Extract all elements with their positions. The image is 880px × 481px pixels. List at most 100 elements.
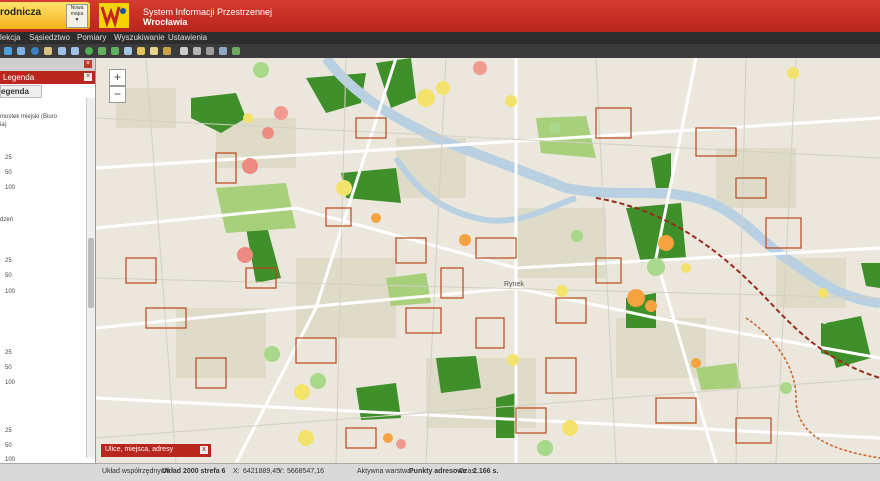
menu-measurements[interactable]: Pomiary <box>77 33 106 42</box>
poi-marker[interactable] <box>396 439 406 449</box>
close-icon[interactable]: × <box>84 60 92 68</box>
poi-marker[interactable] <box>310 373 326 389</box>
hand-pan-icon[interactable] <box>44 47 52 55</box>
legend-header: Legenda × <box>0 71 95 84</box>
coord-system-value: Układ 2000 strefa 6 <box>162 468 226 475</box>
poi-marker[interactable] <box>562 420 578 436</box>
system-subtitle: Wrocławia <box>143 17 188 27</box>
panel-scrollbar[interactable] <box>86 98 95 458</box>
district-selector-label: rodnicza <box>0 7 42 18</box>
poi-marker[interactable] <box>436 81 450 95</box>
legend-entry: 25 <box>5 350 12 356</box>
legend-entry: dzeń <box>0 217 14 223</box>
magnifier-minus-icon[interactable] <box>71 47 79 55</box>
legend-entry: 25 <box>5 428 12 434</box>
new-map-button[interactable]: Nowa mapa ▼ <box>66 4 88 28</box>
poi-marker[interactable] <box>507 354 519 366</box>
poi-marker[interactable] <box>294 384 310 400</box>
poi-marker[interactable] <box>645 300 657 312</box>
poi-marker[interactable] <box>473 61 487 75</box>
globe-icon[interactable] <box>31 47 39 55</box>
select-icon[interactable] <box>124 47 132 55</box>
poi-marker[interactable] <box>691 358 701 368</box>
poi-marker[interactable] <box>658 235 674 251</box>
magnifier-icon[interactable] <box>58 47 66 55</box>
poi-marker[interactable] <box>253 62 269 78</box>
legend-entry: 100 <box>5 185 16 191</box>
close-icon[interactable]: x <box>200 446 208 454</box>
legend-entry: 25 <box>5 258 12 264</box>
poi-marker[interactable] <box>681 263 691 273</box>
active-layer-label: Aktywna warstwa: <box>357 468 414 475</box>
poi-marker[interactable] <box>371 213 381 223</box>
poi-marker[interactable] <box>647 258 665 276</box>
legend-tab[interactable]: egenda <box>0 85 42 98</box>
legend-entry: 50 <box>5 443 12 449</box>
poi-marker[interactable] <box>459 234 471 246</box>
document-icon[interactable] <box>180 47 188 55</box>
app-header: rodnicza Nowa mapa ▼ System Informacji P… <box>0 0 880 32</box>
poi-marker[interactable] <box>417 89 435 107</box>
poi-marker[interactable] <box>383 433 393 443</box>
legend-entry: mostek miejski (Biuro <box>0 114 58 120</box>
y-value: 5668547,16 <box>287 468 324 475</box>
poi-marker[interactable] <box>298 430 314 446</box>
menu-selection[interactable]: lekcja <box>0 33 20 42</box>
poi-marker[interactable] <box>780 382 792 394</box>
print-icon[interactable] <box>206 47 214 55</box>
poi-marker[interactable] <box>627 289 645 307</box>
legend-entry: 100 <box>5 289 16 295</box>
legend-entry: ia) <box>0 122 7 128</box>
arrow-forward-icon[interactable] <box>111 47 119 55</box>
poi-marker[interactable] <box>537 440 553 456</box>
y-label: Y: <box>278 468 285 475</box>
zoom-out-button[interactable]: − <box>109 86 126 103</box>
address-search-box[interactable]: Ulice, miejsca, adresy x <box>101 444 211 457</box>
zoom-in-button[interactable]: + <box>109 69 126 86</box>
x-label: X: <box>233 468 240 475</box>
poi-marker[interactable] <box>556 285 568 297</box>
address-search-label: Ulice, miejsca, adresy <box>105 446 174 453</box>
poi-marker[interactable] <box>242 158 258 174</box>
arrow-back-icon[interactable] <box>98 47 106 55</box>
menu-search[interactable]: Wyszukiwanie <box>114 33 165 42</box>
layers-icon[interactable] <box>232 47 240 55</box>
x-value: 6421889,45 <box>243 468 280 475</box>
poi-marker[interactable] <box>549 122 561 134</box>
pencil-icon[interactable] <box>137 47 145 55</box>
poi-marker[interactable] <box>274 106 288 120</box>
menu-settings[interactable]: Ustawienia <box>168 33 207 42</box>
district-selector[interactable]: rodnicza Nowa mapa ▼ <box>0 2 90 29</box>
map-label-rynek: Rynek <box>504 281 524 288</box>
refresh-icon[interactable] <box>85 47 93 55</box>
zoom-out-tool-icon[interactable] <box>17 47 25 55</box>
legend-entry: 25 <box>5 155 12 161</box>
crop-icon[interactable] <box>163 47 171 55</box>
export-icon[interactable] <box>193 47 201 55</box>
text-tool-icon[interactable] <box>150 47 158 55</box>
time-value: 2.166 s. <box>473 468 499 475</box>
wroclaw-logo-icon <box>99 3 129 28</box>
poi-marker[interactable] <box>505 95 517 107</box>
poi-marker[interactable] <box>787 67 799 79</box>
legend-entry: 50 <box>5 365 12 371</box>
poi-marker[interactable] <box>243 113 253 123</box>
poi-marker[interactable] <box>818 288 828 298</box>
zoom-in-tool-icon[interactable] <box>4 47 12 55</box>
legend-entry: 50 <box>5 273 12 279</box>
menu-neighborhood[interactable]: Sąsiedztwo <box>29 33 70 42</box>
collapse-icon[interactable]: × <box>84 73 92 81</box>
poi-marker[interactable] <box>237 247 253 263</box>
poi-marker[interactable] <box>571 230 583 242</box>
coord-system-label: Układ współrzędnych: <box>102 468 171 475</box>
map-canvas[interactable]: Rynek <box>96 58 880 463</box>
status-bar: Układ współrzędnych: Układ 2000 strefa 6… <box>0 463 880 481</box>
menu-bar: lekcja Sąsiedztwo Pomiary Wyszukiwanie U… <box>0 32 880 44</box>
poi-marker[interactable] <box>264 346 280 362</box>
poi-marker[interactable] <box>262 127 274 139</box>
legend-entry: 50 <box>5 170 12 176</box>
scrollbar-thumb[interactable] <box>88 238 94 308</box>
poi-marker[interactable] <box>336 180 352 196</box>
map-svg: Rynek <box>96 58 880 463</box>
link-icon[interactable] <box>219 47 227 55</box>
